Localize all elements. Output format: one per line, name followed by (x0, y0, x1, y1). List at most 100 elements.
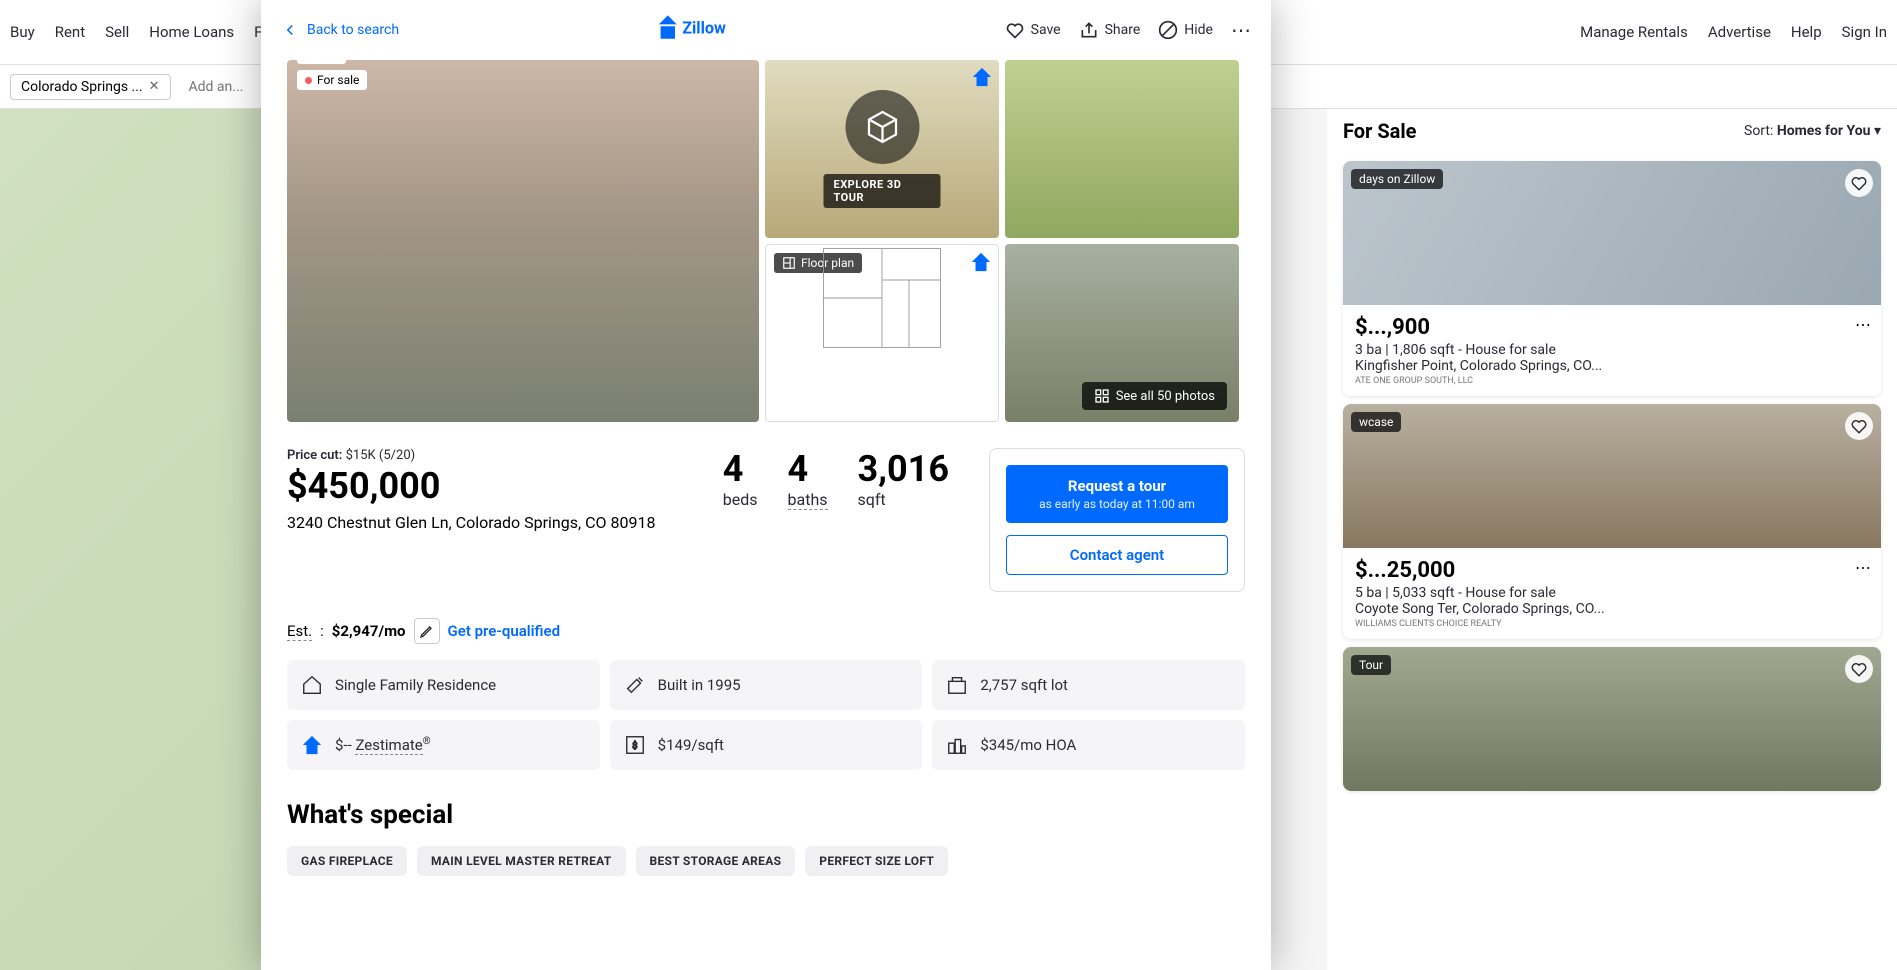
location-chip-label: Colorado Springs ... (21, 79, 143, 95)
share-button[interactable]: Share (1079, 20, 1141, 40)
explore-3d-label: EXPLORE 3D TOUR (824, 174, 941, 208)
house-icon (301, 674, 323, 696)
floorplan-image (819, 244, 945, 352)
hero-photo[interactable]: For sale PPMLS (287, 60, 759, 422)
back-to-search-link[interactable]: Back to search (281, 21, 399, 39)
heart-icon (1005, 20, 1025, 40)
fact-property-type: Single Family Residence (287, 660, 600, 710)
contact-agent-button[interactable]: Contact agent (1006, 535, 1228, 575)
feature-tag: PERFECT SIZE LOFT (805, 846, 948, 876)
more-options-icon[interactable]: ⋯ (1855, 558, 1871, 577)
card-address: Kingfisher Point, Colorado Springs, CO..… (1355, 358, 1869, 374)
card-stats: 3 ba | 1,806 sqft - House for sale (1355, 342, 1869, 358)
price-cut-label: Price cut: $15K (5/20) (287, 448, 683, 463)
sqft-count: 3,016 (858, 448, 949, 490)
get-prequalified-link[interactable]: Get pre-qualified (448, 622, 561, 640)
facts-grid: Single Family Residence Built in 1995 2,… (261, 660, 1271, 770)
bed-bath-sqft: 4 beds 4 baths 3,016 sqft (723, 448, 949, 592)
fact-lot-size: 2,757 sqft lot (932, 660, 1245, 710)
card-broker: WILLIAMS CLIENTS CHOICE REALTY (1355, 619, 1869, 629)
card-address: Coyote Song Ter, Colorado Springs, CO... (1355, 601, 1869, 617)
gallery-floor-plan[interactable]: Floor plan (765, 244, 999, 422)
est-label[interactable]: Est. (287, 622, 312, 641)
add-location-input[interactable] (179, 75, 269, 99)
baths-label[interactable]: baths (788, 490, 828, 510)
gallery-thumb[interactable]: See all 50 photos (1005, 244, 1239, 422)
card-badge: Tour (1351, 655, 1391, 675)
nav-buy[interactable]: Buy (10, 23, 35, 41)
listing-card[interactable]: Tour (1343, 647, 1881, 791)
sort-dropdown[interactable]: Sort: Homes for You ▾ (1744, 123, 1881, 139)
more-menu-button[interactable]: ⋯ (1231, 18, 1251, 42)
location-chip[interactable]: Colorado Springs ... ✕ (10, 74, 171, 100)
gallery-thumb[interactable] (1005, 60, 1239, 238)
nav-sell[interactable]: Sell (105, 23, 129, 41)
nav-sign-in[interactable]: Sign In (1842, 23, 1887, 41)
listing-summary: Price cut: $15K (5/20) $450,000 3240 Che… (261, 422, 1271, 618)
svg-text:Zillow: Zillow (682, 18, 726, 37)
share-icon (1079, 20, 1099, 40)
svg-text:$: $ (632, 741, 637, 752)
nav-manage-rentals[interactable]: Manage Rentals (1580, 23, 1688, 41)
whats-special-heading: What's special (287, 800, 1245, 830)
save-button[interactable]: Save (1005, 20, 1061, 40)
card-badge: wcase (1351, 412, 1401, 432)
save-listing-button[interactable] (1845, 169, 1873, 197)
gallery-3d-tour[interactable]: EXPLORE 3D TOUR (765, 60, 999, 238)
whats-special-section: What's special GAS FIREPLACE MAIN LEVEL … (261, 770, 1271, 886)
hoa-icon (946, 734, 968, 756)
nav-rent[interactable]: Rent (55, 23, 85, 41)
listings-heading: For Sale (1343, 119, 1416, 143)
listing-card[interactable]: days on Zillow ⋯ $...,900 3 ba | 1,806 s… (1343, 161, 1881, 396)
pencil-icon (419, 623, 435, 639)
3d-cube-icon (845, 90, 919, 164)
nav-help[interactable]: Help (1791, 23, 1822, 41)
listing-detail-modal: Back to search Zillow Save Share Hide ⋯ (261, 0, 1271, 970)
more-options-icon[interactable]: ⋯ (1855, 315, 1871, 334)
feature-tag: BEST STORAGE AREAS (636, 846, 796, 876)
hide-icon (1158, 20, 1178, 40)
nav-home-loans[interactable]: Home Loans (149, 23, 234, 41)
grid-icon (1094, 388, 1110, 404)
save-listing-button[interactable] (1845, 412, 1873, 440)
card-price: $...,900 (1355, 315, 1869, 340)
baths-count: 4 (788, 448, 828, 490)
listings-panel: For Sale Sort: Homes for You ▾ days on Z… (1327, 109, 1897, 970)
photo-gallery: For sale PPMLS EXPLORE 3D TOUR Floor pla… (261, 60, 1271, 422)
listing-card[interactable]: wcase ⋯ $...25,000 5 ba | 5,033 sqft - H… (1343, 404, 1881, 639)
feature-tag: GAS FIREPLACE (287, 846, 407, 876)
chevron-left-icon (281, 21, 299, 39)
card-broker: ATE ONE GROUP SOUTH, LLC (1355, 376, 1869, 386)
beds-count: 4 (723, 448, 758, 490)
card-stats: 5 ba | 5,033 sqft - House for sale (1355, 585, 1869, 601)
card-badge: days on Zillow (1351, 169, 1443, 189)
zillow-corner-icon (970, 251, 992, 273)
card-price: $...25,000 (1355, 558, 1869, 583)
modal-header: Back to search Zillow Save Share Hide ⋯ (261, 0, 1271, 60)
fact-hoa: $345/mo HOA (932, 720, 1245, 770)
fact-zestimate[interactable]: $-- Zestimate® (287, 720, 600, 770)
see-all-photos-button[interactable]: See all 50 photos (1082, 382, 1227, 410)
fact-year-built: Built in 1995 (610, 660, 923, 710)
save-listing-button[interactable] (1845, 655, 1873, 683)
zillow-small-icon (301, 734, 323, 756)
hide-button[interactable]: Hide (1158, 20, 1213, 40)
zillow-logo[interactable]: Zillow (657, 13, 747, 47)
hammer-icon (624, 674, 646, 696)
remove-location-icon[interactable]: ✕ (149, 79, 160, 94)
chevron-down-icon: ▾ (1874, 123, 1881, 139)
fact-price-sqft: $ $149/sqft (610, 720, 923, 770)
cta-panel: Request a tour as early as today at 11:0… (989, 448, 1245, 592)
listing-price: $450,000 (287, 465, 683, 507)
beds-label: beds (723, 490, 758, 509)
sqft-label: sqft (858, 490, 886, 509)
estimate-row: Est.: $2,947/mo Get pre-qualified (261, 618, 1271, 660)
feature-tag: MAIN LEVEL MASTER RETREAT (417, 846, 626, 876)
for-sale-badge: For sale (297, 70, 367, 90)
nav-advertise[interactable]: Advertise (1708, 23, 1771, 41)
floor-plan-icon (782, 256, 796, 270)
edit-estimate-button[interactable] (414, 618, 440, 644)
listing-address: 3240 Chestnut Glen Ln, Colorado Springs,… (287, 513, 683, 532)
zillow-corner-icon (971, 66, 993, 88)
request-tour-button[interactable]: Request a tour as early as today at 11:0… (1006, 465, 1228, 523)
